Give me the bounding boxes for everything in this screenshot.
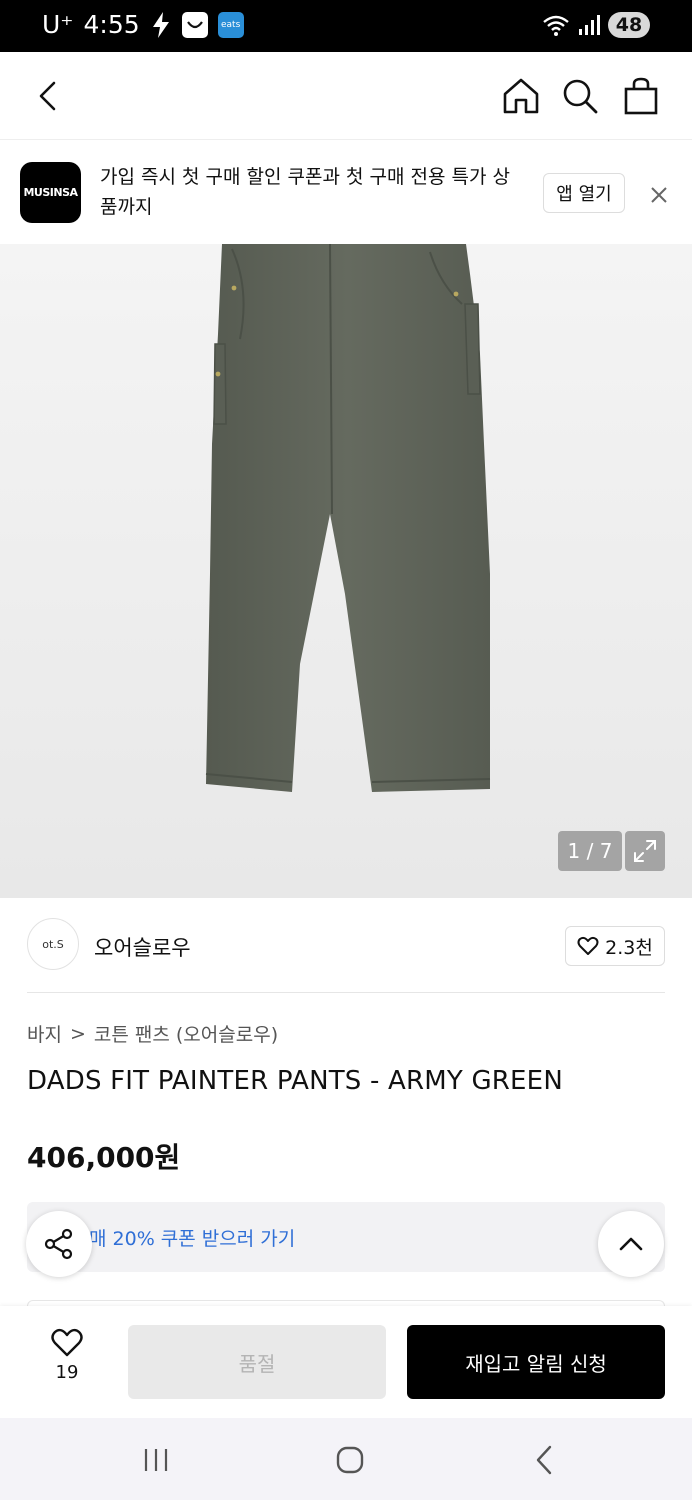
app-badge-icon <box>181 11 208 38</box>
wishlist-count: 19 <box>55 1362 79 1383</box>
restock-alert-button[interactable]: 재입고 알림 신청 <box>407 1325 665 1399</box>
coupon-banner[interactable]: 매 20% 쿠폰 받으러 가기 <box>27 1202 665 1272</box>
home-icon <box>503 78 539 114</box>
home-system-button[interactable] <box>326 1438 374 1482</box>
system-navigation-bar <box>0 1418 692 1500</box>
recent-apps-icon <box>144 1449 168 1471</box>
bolt-icon <box>152 11 169 38</box>
share-button[interactable] <box>26 1211 92 1277</box>
banner-close-button[interactable] <box>646 182 672 208</box>
cart-button[interactable] <box>617 72 665 120</box>
bag-icon <box>624 77 658 115</box>
share-icon <box>44 1228 73 1260</box>
breadcrumb-subcategory[interactable]: 코튼 팬츠 (오어슬로우) <box>94 1020 278 1047</box>
top-navigation <box>0 52 692 140</box>
chevron-up-icon <box>619 1237 643 1251</box>
product-price: 406,000원 <box>27 1141 181 1174</box>
battery-icon: 48 <box>608 12 650 38</box>
breadcrumb-category[interactable]: 바지 <box>27 1020 62 1047</box>
product-image <box>205 244 491 792</box>
eats-badge-icon: eats <box>217 11 244 38</box>
wishlist-button[interactable]: 19 <box>30 1328 104 1392</box>
signal-icon <box>579 15 600 35</box>
close-icon <box>651 187 667 203</box>
search-button[interactable] <box>556 72 604 120</box>
open-app-button[interactable]: 앱 열기 <box>543 173 625 213</box>
expand-icon <box>634 840 656 862</box>
expand-image-button[interactable] <box>625 831 665 871</box>
app-install-banner: MUSINSA 가입 즉시 첫 구매 할인 쿠폰과 첫 구매 전용 특가 상품까… <box>0 140 692 244</box>
breadcrumb-separator: > <box>69 1022 86 1045</box>
brand-name[interactable]: 오어슬로우 <box>94 932 191 962</box>
back-icon <box>536 1445 552 1475</box>
home-button[interactable] <box>497 72 545 120</box>
image-counter: 1 / 7 <box>558 831 622 871</box>
heart-icon <box>577 936 599 955</box>
brand-logo-text: ot.S <box>42 937 64 951</box>
brand-like-button[interactable]: 2.3천 <box>565 926 665 966</box>
status-bar: U⁺ 4:55 eats 48 <box>0 0 692 52</box>
purchase-bar: 19 품절 재입고 알림 신청 <box>0 1306 692 1418</box>
system-back-button[interactable] <box>520 1438 568 1482</box>
home-circle-icon <box>336 1446 364 1474</box>
product-title: DADS FIT PAINTER PANTS - ARMY GREEN <box>27 1066 563 1096</box>
product-image-gallery[interactable]: 1 / 7 <box>0 244 692 898</box>
musinsa-logo: MUSINSA <box>20 162 81 223</box>
wifi-icon <box>543 15 569 36</box>
carrier-label: U⁺ <box>42 10 74 39</box>
clock: 4:55 <box>83 10 140 39</box>
breadcrumb: 바지 > 코튼 팬츠 (오어슬로우) <box>27 1020 278 1047</box>
banner-message: 가입 즉시 첫 구매 할인 쿠폰과 첫 구매 전용 특가 상품까지 <box>100 166 510 218</box>
brand-logo[interactable]: ot.S <box>27 918 79 970</box>
back-button[interactable] <box>24 72 72 120</box>
coupon-text: 매 20% 쿠폰 받으러 가기 <box>89 1228 296 1250</box>
brand-row: ot.S 오어슬로우 2.3천 <box>0 898 692 994</box>
search-icon <box>563 79 598 114</box>
brand-like-count: 2.3천 <box>605 936 653 959</box>
soldout-button: 품절 <box>128 1325 386 1399</box>
recent-apps-button[interactable] <box>132 1438 180 1482</box>
scroll-top-button[interactable] <box>598 1211 664 1277</box>
divider <box>27 992 665 993</box>
heart-icon <box>51 1328 83 1357</box>
back-icon <box>39 81 56 111</box>
